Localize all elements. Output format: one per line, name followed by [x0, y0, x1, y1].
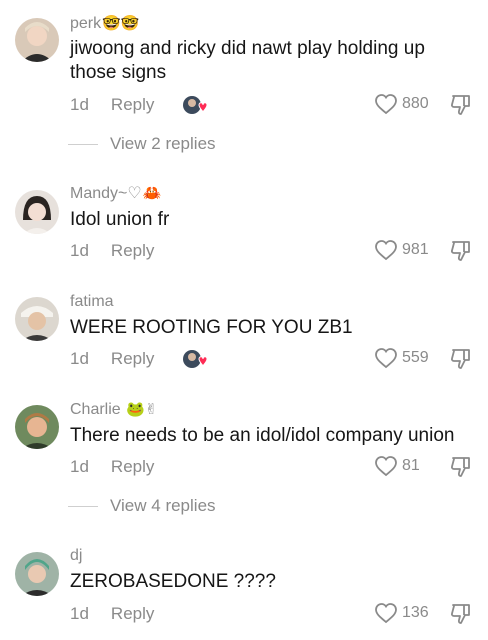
thumbs-down-icon[interactable] [449, 347, 473, 371]
comment-author[interactable]: Mandy~♡🦀 [70, 184, 161, 204]
view-replies-button[interactable]: View 2 replies [68, 134, 216, 154]
reply-button[interactable]: Reply [111, 95, 154, 115]
author-name[interactable]: Mandy~♡ [70, 185, 142, 202]
author-emoji: 🤓🤓 [102, 15, 140, 32]
comment-text: ZEROBASEDONE ???? [70, 571, 276, 592]
heart-outline-icon [375, 456, 397, 477]
reply-button[interactable]: Reply [111, 349, 154, 369]
thumbs-down-icon[interactable] [449, 455, 473, 479]
reply-button[interactable]: Reply [111, 457, 154, 477]
like-count: 981 [402, 241, 429, 258]
comment-author[interactable]: dj [70, 546, 83, 566]
author-name[interactable]: perk [70, 15, 101, 32]
thumbs-down-icon[interactable] [449, 239, 473, 263]
comment-meta: 1d Reply [70, 457, 154, 477]
comment-time: 1d [70, 349, 89, 368]
author-name[interactable]: fatima [70, 293, 114, 310]
view-replies-label[interactable]: View 2 replies [110, 134, 216, 154]
replies-divider [68, 505, 98, 507]
comment-text: Idol union fr [70, 209, 170, 230]
thumbs-down-icon[interactable] [449, 93, 473, 117]
like-button[interactable]: 880 [374, 93, 429, 115]
like-button[interactable]: 136 [374, 602, 429, 624]
reply-button[interactable]: Reply [111, 604, 154, 624]
author-emoji: 🦀 [142, 185, 162, 202]
avatar[interactable] [15, 405, 59, 449]
avatar[interactable] [15, 190, 59, 234]
thumbs-down-icon[interactable] [449, 602, 473, 626]
reply-button[interactable]: Reply [111, 241, 154, 261]
comment-author[interactable]: Charlie 🐸✌ [70, 400, 157, 420]
replies-divider [68, 143, 98, 145]
comment-meta: 1d Reply [70, 95, 154, 115]
view-replies-button[interactable]: View 4 replies [68, 496, 216, 516]
comment-time: 1d [70, 604, 89, 623]
author-emoji: 🐸✌ [126, 401, 158, 418]
like-count: 559 [402, 349, 429, 366]
heart-outline-icon [375, 240, 397, 261]
creator-liked-badge-icon [183, 96, 208, 114]
like-count: 136 [402, 604, 429, 621]
comment-text: There needs to be an idol/idol company u… [70, 425, 455, 446]
comment-time: 1d [70, 241, 89, 260]
like-count: 81 [402, 457, 420, 474]
comment-meta: 1d Reply [70, 241, 154, 261]
avatar[interactable] [15, 552, 59, 596]
comment-time: 1d [70, 457, 89, 476]
avatar[interactable] [15, 297, 59, 341]
author-name[interactable]: dj [70, 547, 82, 564]
like-button[interactable]: 981 [374, 239, 429, 261]
comment-text: jiwoong and ricky did nawt play holding … [70, 38, 425, 83]
creator-liked-badge-icon [183, 350, 208, 368]
like-button[interactable]: 559 [374, 347, 429, 369]
heart-outline-icon [375, 348, 397, 369]
heart-outline-icon [375, 94, 397, 115]
author-name[interactable]: Charlie [70, 401, 121, 418]
comment-text: WERE ROOTING FOR YOU ZB1 [70, 317, 353, 338]
comment-time: 1d [70, 95, 89, 114]
like-count: 880 [402, 95, 429, 112]
comment-meta: 1d Reply [70, 349, 154, 369]
avatar[interactable] [15, 18, 59, 62]
view-replies-label[interactable]: View 4 replies [110, 496, 216, 516]
comment-author[interactable]: fatima [70, 292, 115, 312]
heart-outline-icon [375, 603, 397, 624]
comment-meta: 1d Reply [70, 604, 154, 624]
like-button[interactable]: 81 [374, 455, 420, 477]
comment-author[interactable]: perk🤓🤓 [70, 14, 139, 34]
